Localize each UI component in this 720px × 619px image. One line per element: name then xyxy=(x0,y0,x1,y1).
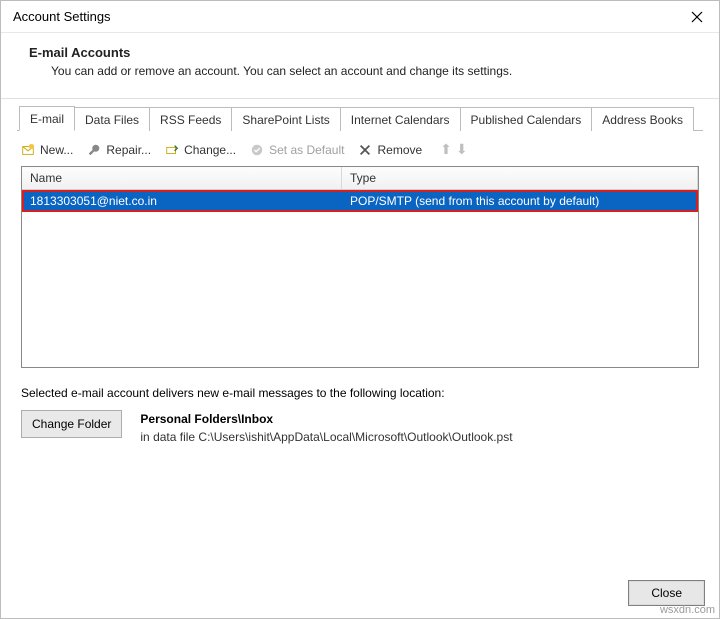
tab-internet-calendars[interactable]: Internet Calendars xyxy=(340,107,461,131)
tab-address-books[interactable]: Address Books xyxy=(591,107,694,131)
remove-button[interactable]: Remove xyxy=(358,143,422,157)
toolbar: New... Repair... Change... Set as Defaul… xyxy=(1,131,719,166)
new-icon xyxy=(21,143,35,157)
account-list: Name Type 1813303051@niet.co.in POP/SMTP… xyxy=(21,166,699,368)
change-icon xyxy=(165,143,179,157)
move-up-icon: ⬆ xyxy=(440,141,452,158)
page-description: You can add or remove an account. You ca… xyxy=(51,64,691,78)
delivery-info: Selected e-mail account delivers new e-m… xyxy=(1,368,719,454)
tab-rss-feeds[interactable]: RSS Feeds xyxy=(149,107,232,131)
row-name: 1813303051@niet.co.in xyxy=(24,194,344,208)
tab-email[interactable]: E-mail xyxy=(19,106,75,131)
list-header: Name Type xyxy=(22,167,698,190)
dialog-footer: Close xyxy=(628,580,705,606)
window-title: Account Settings xyxy=(13,9,683,24)
tab-data-files[interactable]: Data Files xyxy=(74,107,150,131)
remove-icon xyxy=(358,143,372,157)
delivery-location: Personal Folders\Inbox xyxy=(140,412,512,426)
change-label: Change... xyxy=(184,143,236,157)
row-type: POP/SMTP (send from this account by defa… xyxy=(344,194,696,208)
delivery-intro: Selected e-mail account delivers new e-m… xyxy=(21,386,699,400)
page-header: E-mail Accounts You can add or remove an… xyxy=(1,33,719,86)
divider xyxy=(1,98,719,99)
tab-strip: E-mail Data Files RSS Feeds SharePoint L… xyxy=(17,105,703,131)
move-down-icon: ⬇ xyxy=(456,141,468,158)
repair-button[interactable]: Repair... xyxy=(87,143,151,157)
tab-published-calendars[interactable]: Published Calendars xyxy=(460,107,593,131)
remove-label: Remove xyxy=(377,143,422,157)
new-button[interactable]: New... xyxy=(21,143,73,157)
change-button[interactable]: Change... xyxy=(165,143,236,157)
column-name[interactable]: Name xyxy=(22,167,342,189)
close-button[interactable]: Close xyxy=(628,580,705,606)
close-icon[interactable] xyxy=(683,5,711,29)
column-type[interactable]: Type xyxy=(342,167,698,189)
repair-label: Repair... xyxy=(106,143,151,157)
page-title: E-mail Accounts xyxy=(29,45,691,60)
set-default-label: Set as Default xyxy=(269,143,344,157)
repair-icon xyxy=(87,143,101,157)
delivery-path: in data file C:\Users\ishit\AppData\Loca… xyxy=(140,430,512,444)
check-icon xyxy=(250,143,264,157)
set-default-button: Set as Default xyxy=(250,143,344,157)
title-bar: Account Settings xyxy=(1,1,719,33)
tab-sharepoint-lists[interactable]: SharePoint Lists xyxy=(231,107,340,131)
table-row[interactable]: 1813303051@niet.co.in POP/SMTP (send fro… xyxy=(22,190,698,212)
change-folder-button[interactable]: Change Folder xyxy=(21,410,122,438)
new-label: New... xyxy=(40,143,73,157)
